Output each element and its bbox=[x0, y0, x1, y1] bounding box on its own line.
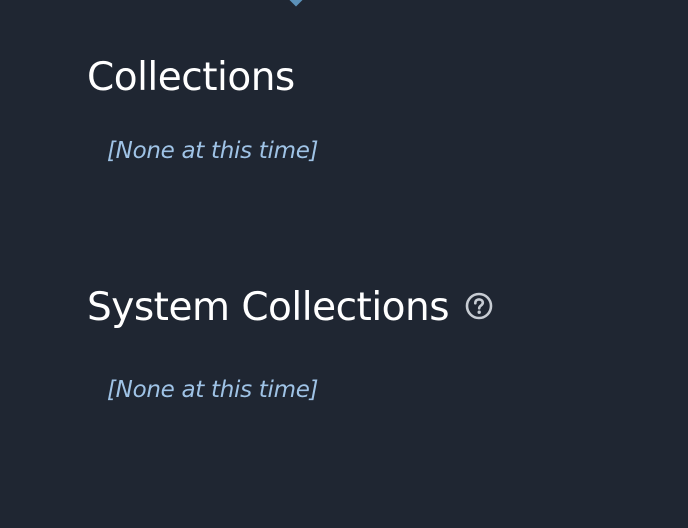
collections-heading: Collections bbox=[87, 52, 318, 104]
question-circle-icon[interactable] bbox=[465, 292, 493, 320]
collections-empty-state: [None at this time] bbox=[107, 138, 319, 164]
system-collections-title: System Collections bbox=[87, 285, 450, 330]
system-collections-section: System Collections [None at this time] bbox=[87, 282, 493, 405]
system-collections-empty-state: [None at this time] bbox=[107, 377, 319, 403]
collections-section: Collections [None at this time] bbox=[87, 52, 319, 166]
system-collections-heading: System Collections bbox=[87, 282, 493, 334]
active-tab-pointer bbox=[287, 0, 305, 7]
collections-title: Collections bbox=[87, 55, 295, 100]
